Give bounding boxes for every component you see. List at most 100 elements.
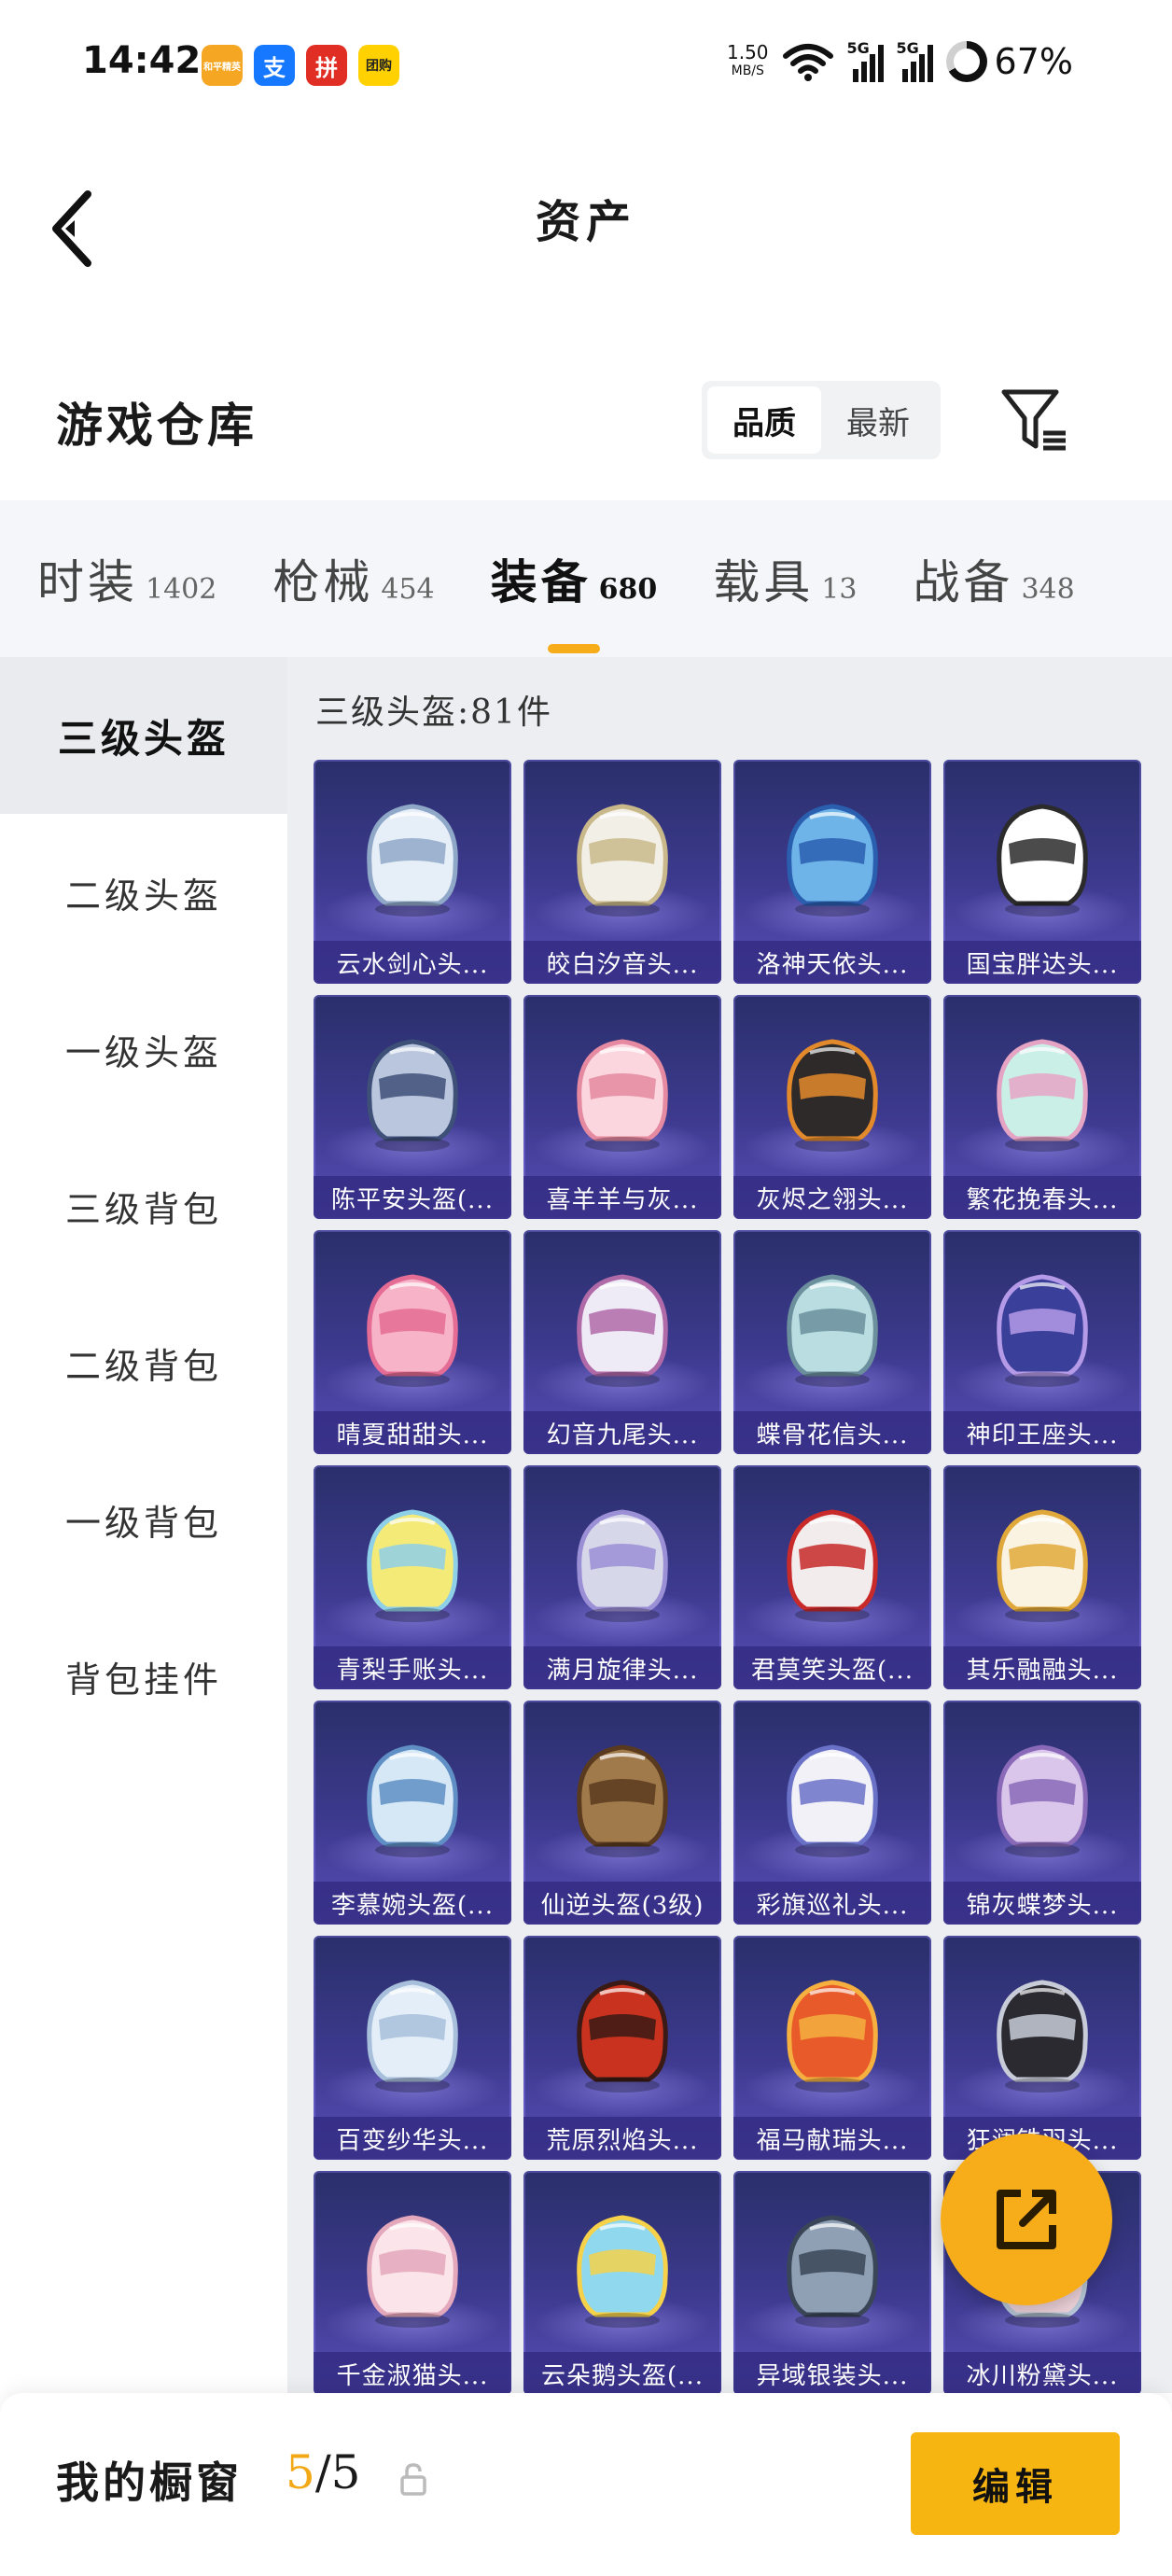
item-tile[interactable]: 满月旋律头... bbox=[523, 1465, 721, 1689]
item-label: 其乐融融头... bbox=[943, 1646, 1141, 1689]
helmet-icon bbox=[787, 1980, 878, 2093]
helmet-icon bbox=[997, 1039, 1088, 1152]
helmet-icon bbox=[787, 1274, 878, 1387]
item-label: 百变纱华头... bbox=[314, 2117, 511, 2160]
helmet-icon bbox=[367, 1509, 458, 1622]
item-tile[interactable]: 其乐融融头... bbox=[943, 1465, 1141, 1689]
helmet-icon bbox=[367, 2215, 458, 2328]
helmet-icon bbox=[577, 1509, 668, 1622]
item-label: 神印王座头... bbox=[943, 1411, 1141, 1454]
tab-fashion[interactable]: 时装 1402 bbox=[37, 545, 216, 612]
item-tile[interactable]: 锦灰蝶梦头... bbox=[943, 1701, 1141, 1925]
signal-icon-2: 5G bbox=[896, 39, 933, 82]
item-tile[interactable]: 青梨手账头... bbox=[314, 1465, 511, 1689]
helmet-icon bbox=[997, 1509, 1088, 1622]
item-label: 繁花挽春头... bbox=[943, 1176, 1141, 1219]
showcase-bar: 我的橱窗 5/5 编辑 bbox=[0, 2393, 1172, 2576]
tab-equipment[interactable]: 装备 680 bbox=[491, 545, 658, 612]
tab-count: 1402 bbox=[146, 573, 217, 606]
sidebar-item-1[interactable]: 三级头盔 bbox=[0, 657, 287, 814]
signal-tag: 5G bbox=[896, 39, 919, 57]
item-label: 云朵鹅头盔(... bbox=[523, 2352, 721, 2393]
item-tile[interactable]: 灰烬之翎头... bbox=[733, 995, 931, 1219]
helmet-icon bbox=[577, 1039, 668, 1152]
item-tile[interactable]: 繁花挽春头... bbox=[943, 995, 1141, 1219]
item-label: 幻音九尾头... bbox=[523, 1411, 721, 1454]
item-label: 国宝胖达头... bbox=[943, 941, 1141, 984]
helmet-icon bbox=[577, 1744, 668, 1857]
item-tile[interactable]: 云水剑心头... bbox=[314, 760, 511, 984]
showcase-count: 5/5 bbox=[286, 2445, 360, 2499]
sort-option-quality[interactable]: 品质 bbox=[707, 386, 821, 454]
sort-option-newest[interactable]: 最新 bbox=[821, 386, 935, 454]
helmet-icon bbox=[577, 804, 668, 917]
sidebar-item-7[interactable]: 背包挂件 bbox=[0, 1598, 287, 1755]
sidebar-item-5[interactable]: 二级背包 bbox=[0, 1284, 287, 1441]
item-label: 云水剑心头... bbox=[314, 941, 511, 984]
item-tile[interactable]: 洛神天依头... bbox=[733, 760, 931, 984]
tab-label: 枪械 bbox=[272, 555, 374, 609]
item-label: 晴夏甜甜头... bbox=[314, 1411, 511, 1454]
sidebar-item-6[interactable]: 一级背包 bbox=[0, 1441, 287, 1598]
item-label: 蝶骨花信头... bbox=[733, 1411, 931, 1454]
alipay-app-icon: 支 bbox=[254, 45, 295, 86]
wifi-icon bbox=[782, 44, 833, 81]
item-tile[interactable]: 李慕婉头盔(... bbox=[314, 1701, 511, 1925]
item-content-area: 三级头盔:81件 云水剑心头... 皎白汐音头... 洛神天依头... 国宝胖达头..… bbox=[287, 657, 1172, 2393]
helmet-icon bbox=[997, 804, 1088, 917]
item-label: 冰川粉黛头... bbox=[943, 2352, 1141, 2393]
item-tile[interactable]: 彩旗巡礼头... bbox=[733, 1701, 931, 1925]
item-tile[interactable]: 君莫笑头盔(... bbox=[733, 1465, 931, 1689]
tab-supplies[interactable]: 战备 348 bbox=[913, 545, 1074, 612]
edit-button[interactable]: 编辑 bbox=[911, 2432, 1120, 2535]
item-tile[interactable]: 幻音九尾头... bbox=[523, 1230, 721, 1454]
item-tile[interactable]: 喜羊羊与灰... bbox=[523, 995, 721, 1219]
pinduoduo-app-icon: 拼 bbox=[306, 45, 347, 86]
item-tile[interactable]: 蝶骨花信头... bbox=[733, 1230, 931, 1454]
tab-label: 装备 bbox=[490, 554, 592, 609]
page-title: 资产 bbox=[535, 196, 636, 248]
signal-tag: 5G bbox=[846, 39, 870, 57]
signal-icon-1: 5G bbox=[846, 39, 884, 82]
warehouse-title: 游戏仓库 bbox=[56, 398, 258, 453]
item-label: 福马献瑞头... bbox=[733, 2117, 931, 2160]
item-tile[interactable]: 仙逆头盔(3级) bbox=[523, 1701, 721, 1925]
item-tile[interactable]: 百变纱华头... bbox=[314, 1936, 511, 2160]
network-speed-unit: MB/S bbox=[731, 63, 764, 78]
status-time: 14:42 bbox=[82, 39, 202, 82]
item-tile[interactable]: 荒原烈焰头... bbox=[523, 1936, 721, 2160]
share-button[interactable] bbox=[941, 2134, 1112, 2305]
helmet-icon bbox=[997, 1980, 1088, 2093]
item-tile[interactable]: 云朵鹅头盔(... bbox=[523, 2171, 721, 2393]
tab-weapons[interactable]: 枪械 454 bbox=[272, 545, 434, 612]
tab-vehicles[interactable]: 载具 13 bbox=[713, 545, 857, 612]
helmet-icon bbox=[997, 1744, 1088, 1857]
item-label: 满月旋律头... bbox=[523, 1646, 721, 1689]
notification-app-icons: 和平精英支拼团购 bbox=[202, 45, 399, 86]
filter-icon[interactable] bbox=[998, 385, 1069, 455]
sidebar-item-4[interactable]: 三级背包 bbox=[0, 1127, 287, 1284]
sidebar-item-3[interactable]: 一级头盔 bbox=[0, 971, 287, 1127]
item-tile[interactable]: 国宝胖达头... bbox=[943, 760, 1141, 984]
helmet-icon bbox=[787, 2215, 878, 2328]
sidebar-item-2[interactable]: 二级头盔 bbox=[0, 814, 287, 971]
item-tile[interactable]: 晴夏甜甜头... bbox=[314, 1230, 511, 1454]
item-tile[interactable]: 千金淑猫头... bbox=[314, 2171, 511, 2393]
tab-label: 载具 bbox=[713, 555, 815, 609]
helmet-icon bbox=[367, 1980, 458, 2093]
item-label: 李慕婉头盔(... bbox=[314, 1882, 511, 1925]
item-tile[interactable]: 神印王座头... bbox=[943, 1230, 1141, 1454]
item-tile[interactable]: 异域银装头... bbox=[733, 2171, 931, 2393]
helmet-icon bbox=[787, 1039, 878, 1152]
helmet-icon bbox=[997, 1274, 1088, 1387]
battery-percent: 67% bbox=[994, 41, 1073, 82]
network-speed-value: 1.50 bbox=[727, 41, 769, 63]
helmet-icon bbox=[367, 1744, 458, 1857]
item-tile[interactable]: 狂澜铁羽头... bbox=[943, 1936, 1141, 2160]
helmet-icon bbox=[367, 1274, 458, 1387]
item-tile[interactable]: 福马献瑞头... bbox=[733, 1936, 931, 2160]
category-tabs: 时装 1402 枪械 454 装备 680 载具 13 战备 348 bbox=[0, 500, 1172, 657]
item-label: 仙逆头盔(3级) bbox=[523, 1882, 721, 1925]
item-tile[interactable]: 陈平安头盔(... bbox=[314, 995, 511, 1219]
item-tile[interactable]: 皎白汐音头... bbox=[523, 760, 721, 984]
